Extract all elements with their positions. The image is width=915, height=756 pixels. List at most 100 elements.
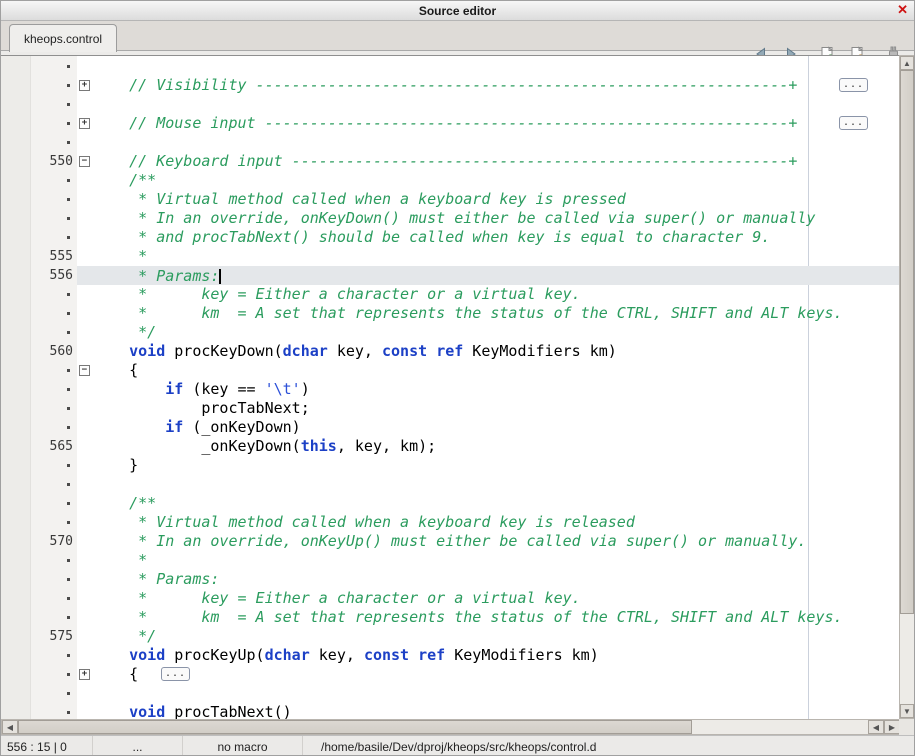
code-text[interactable]: * Params: bbox=[93, 266, 221, 285]
code-line[interactable]: if (key == '\t') bbox=[1, 380, 899, 399]
code-text[interactable]: void procTabNext() bbox=[93, 703, 292, 719]
fold-hint[interactable]: ... bbox=[839, 78, 868, 92]
code-text[interactable]: // Keyboard input ----------------------… bbox=[93, 152, 797, 171]
code-text[interactable]: /** bbox=[93, 494, 156, 513]
vertical-scroll-thumb[interactable] bbox=[900, 70, 914, 614]
code-line[interactable]: /** bbox=[1, 494, 899, 513]
line-number[interactable] bbox=[31, 608, 77, 627]
line-number[interactable] bbox=[31, 551, 77, 570]
code-line[interactable] bbox=[1, 57, 899, 76]
line-number[interactable]: 555 bbox=[31, 247, 77, 266]
scroll-down-button[interactable]: ▼ bbox=[900, 704, 914, 718]
line-number[interactable] bbox=[31, 57, 77, 76]
code-line[interactable]: 575 */ bbox=[1, 627, 899, 646]
code-text[interactable]: void procKeyUp(dchar key, const ref KeyM… bbox=[93, 646, 599, 665]
line-number[interactable] bbox=[31, 190, 77, 209]
code-text[interactable]: * Virtual method called when a keyboard … bbox=[93, 513, 635, 532]
line-number[interactable]: 570 bbox=[31, 532, 77, 551]
code-text[interactable]: void procKeyDown(dchar key, const ref Ke… bbox=[93, 342, 617, 361]
line-number[interactable]: 556 bbox=[31, 266, 77, 285]
code-text[interactable]: * In an override, onKeyDown() must eithe… bbox=[93, 209, 815, 228]
line-number[interactable] bbox=[31, 456, 77, 475]
code-line[interactable]: } bbox=[1, 456, 899, 475]
code-line[interactable]: 570 * In an override, onKeyUp() must eit… bbox=[1, 532, 899, 551]
code-line[interactable]: − { bbox=[1, 361, 899, 380]
line-number[interactable] bbox=[31, 285, 77, 304]
code-text[interactable]: * Params: bbox=[93, 570, 219, 589]
code-line[interactable]: if (_onKeyDown) bbox=[1, 418, 899, 437]
code-text[interactable]: * In an override, onKeyUp() must either … bbox=[93, 532, 806, 551]
code-text[interactable]: // Mouse input -------------------------… bbox=[93, 114, 797, 133]
line-number[interactable] bbox=[31, 95, 77, 114]
code-text[interactable]: * key = Either a character or a virtual … bbox=[93, 285, 581, 304]
code-text[interactable]: * key = Either a character or a virtual … bbox=[93, 589, 581, 608]
code-line[interactable]: void procTabNext() bbox=[1, 703, 899, 719]
code-line[interactable]: * Virtual method called when a keyboard … bbox=[1, 513, 899, 532]
fold-hint[interactable]: ... bbox=[161, 667, 190, 681]
code-text[interactable]: { bbox=[93, 665, 138, 684]
code-line[interactable] bbox=[1, 684, 899, 703]
code-text[interactable]: _onKeyDown(this, key, km); bbox=[93, 437, 436, 456]
scroll-left-button[interactable]: ◀ bbox=[2, 720, 18, 734]
fold-toggle-icon[interactable]: − bbox=[79, 156, 90, 167]
code-text[interactable]: // Visibility --------------------------… bbox=[93, 76, 797, 95]
code-line[interactable]: * bbox=[1, 551, 899, 570]
code-line[interactable]: 550− // Keyboard input -----------------… bbox=[1, 152, 899, 171]
code-text[interactable]: } bbox=[93, 456, 138, 475]
horizontal-scrollbar[interactable]: ◀ ◀ ▶ bbox=[1, 719, 899, 735]
line-number[interactable] bbox=[31, 418, 77, 437]
code-line[interactable]: 556 * Params: bbox=[1, 266, 899, 285]
line-number[interactable] bbox=[31, 209, 77, 228]
code-line[interactable]: * In an override, onKeyDown() must eithe… bbox=[1, 209, 899, 228]
line-number[interactable] bbox=[31, 171, 77, 190]
fold-toggle-icon[interactable]: + bbox=[79, 118, 90, 129]
code-text[interactable]: * Virtual method called when a keyboard … bbox=[93, 190, 626, 209]
code-text[interactable]: /** bbox=[93, 171, 156, 190]
code-text[interactable]: * km = A set that represents the status … bbox=[93, 608, 843, 627]
code-line[interactable] bbox=[1, 95, 899, 114]
code-line[interactable]: * Params: bbox=[1, 570, 899, 589]
code-line[interactable]: procTabNext; bbox=[1, 399, 899, 418]
line-number[interactable] bbox=[31, 513, 77, 532]
code-text[interactable]: */ bbox=[93, 323, 156, 342]
code-line[interactable]: 560 void procKeyDown(dchar key, const re… bbox=[1, 342, 899, 361]
code-line[interactable]: * Virtual method called when a keyboard … bbox=[1, 190, 899, 209]
line-number[interactable]: 575 bbox=[31, 627, 77, 646]
code-line[interactable]: * km = A set that represents the status … bbox=[1, 608, 899, 627]
line-number[interactable]: 550 bbox=[31, 152, 77, 171]
code-line[interactable] bbox=[1, 475, 899, 494]
line-number[interactable] bbox=[31, 570, 77, 589]
line-number[interactable]: 560 bbox=[31, 342, 77, 361]
code-text[interactable]: { bbox=[93, 361, 138, 380]
code-line[interactable]: void procKeyUp(dchar key, const ref KeyM… bbox=[1, 646, 899, 665]
line-number[interactable] bbox=[31, 494, 77, 513]
line-number[interactable] bbox=[31, 228, 77, 247]
line-number[interactable] bbox=[31, 76, 77, 95]
scroll-right-button[interactable]: ▶ bbox=[884, 720, 900, 734]
horizontal-scroll-thumb[interactable] bbox=[18, 720, 692, 734]
code-text[interactable]: procTabNext; bbox=[93, 399, 310, 418]
code-text[interactable]: * and procTabNext() should be called whe… bbox=[93, 228, 770, 247]
code-line[interactable]: * km = A set that represents the status … bbox=[1, 304, 899, 323]
code-text[interactable]: */ bbox=[93, 627, 156, 646]
line-number[interactable] bbox=[31, 589, 77, 608]
line-number[interactable] bbox=[31, 361, 77, 380]
code-line[interactable]: * key = Either a character or a virtual … bbox=[1, 285, 899, 304]
line-number[interactable] bbox=[31, 665, 77, 684]
title-bar[interactable]: Source editor ✕ bbox=[1, 1, 914, 21]
code-text[interactable]: * bbox=[93, 247, 147, 266]
line-number[interactable] bbox=[31, 475, 77, 494]
fold-toggle-icon[interactable]: + bbox=[79, 80, 90, 91]
line-number[interactable] bbox=[31, 380, 77, 399]
code-line[interactable]: + {... bbox=[1, 665, 899, 684]
scroll-left-button-2[interactable]: ◀ bbox=[868, 720, 884, 734]
line-number[interactable] bbox=[31, 703, 77, 719]
code-line[interactable]: * and procTabNext() should be called whe… bbox=[1, 228, 899, 247]
fold-hint[interactable]: ... bbox=[839, 116, 868, 130]
close-icon[interactable]: ✕ bbox=[897, 2, 908, 18]
line-number[interactable] bbox=[31, 323, 77, 342]
tab-kheops-control[interactable]: kheops.control bbox=[9, 24, 117, 52]
code-line[interactable]: 555 * bbox=[1, 247, 899, 266]
line-number[interactable] bbox=[31, 684, 77, 703]
line-number[interactable] bbox=[31, 304, 77, 323]
